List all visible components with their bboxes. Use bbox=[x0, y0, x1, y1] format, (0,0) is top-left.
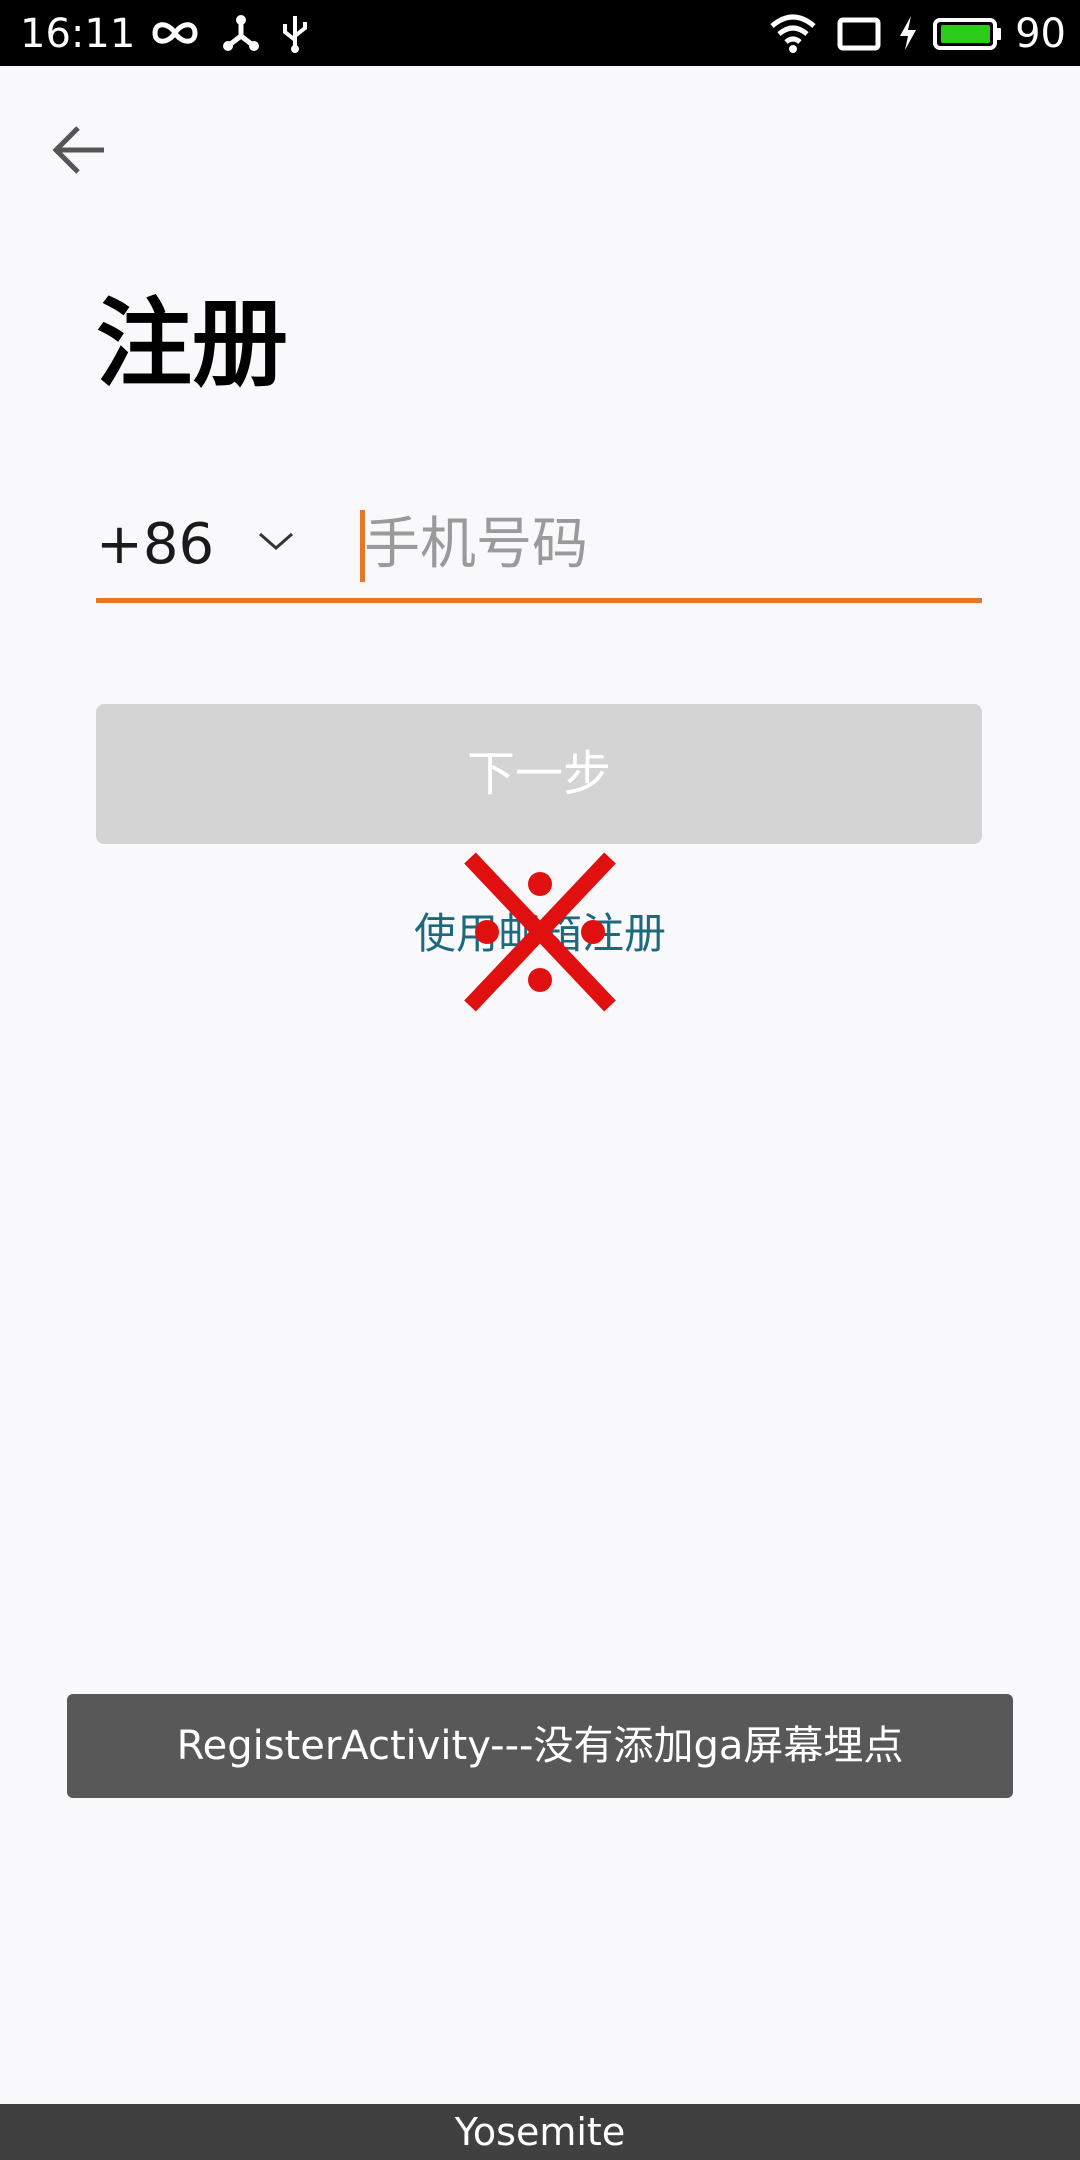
next-step-button[interactable]: 下一步 bbox=[96, 704, 982, 844]
back-arrow-icon bbox=[52, 126, 104, 174]
phone-number-placeholder: 手机号码 bbox=[364, 512, 588, 577]
page-title: 注册 bbox=[96, 288, 288, 400]
status-bar: 16:11 90 bbox=[0, 0, 1080, 66]
charging-icon bbox=[900, 16, 916, 50]
usb-debug-icon bbox=[223, 15, 259, 51]
phone-input-underline bbox=[96, 598, 982, 603]
phone-number-input[interactable]: 手机号码 bbox=[360, 500, 982, 592]
battery-percentage: 90 bbox=[1015, 11, 1066, 57]
usb-icon bbox=[283, 16, 307, 53]
country-code-selector[interactable]: +86 bbox=[96, 500, 346, 592]
device-name-bar: Yosemite bbox=[0, 2104, 1080, 2160]
back-button[interactable] bbox=[40, 112, 120, 192]
battery-icon bbox=[933, 18, 1001, 50]
country-code-value: +86 bbox=[96, 512, 215, 577]
screen-cast-icon bbox=[837, 17, 881, 51]
chevron-down-icon bbox=[259, 532, 293, 550]
infinity-icon bbox=[152, 22, 198, 44]
status-time: 16:11 bbox=[20, 11, 136, 57]
toast-message: RegisterActivity---没有添加ga屏幕埋点 bbox=[67, 1694, 1013, 1798]
wifi-icon bbox=[770, 14, 816, 53]
phone-row: +86 手机号码 bbox=[96, 500, 982, 603]
register-with-email-link[interactable]: 使用邮箱注册 bbox=[0, 906, 1080, 962]
